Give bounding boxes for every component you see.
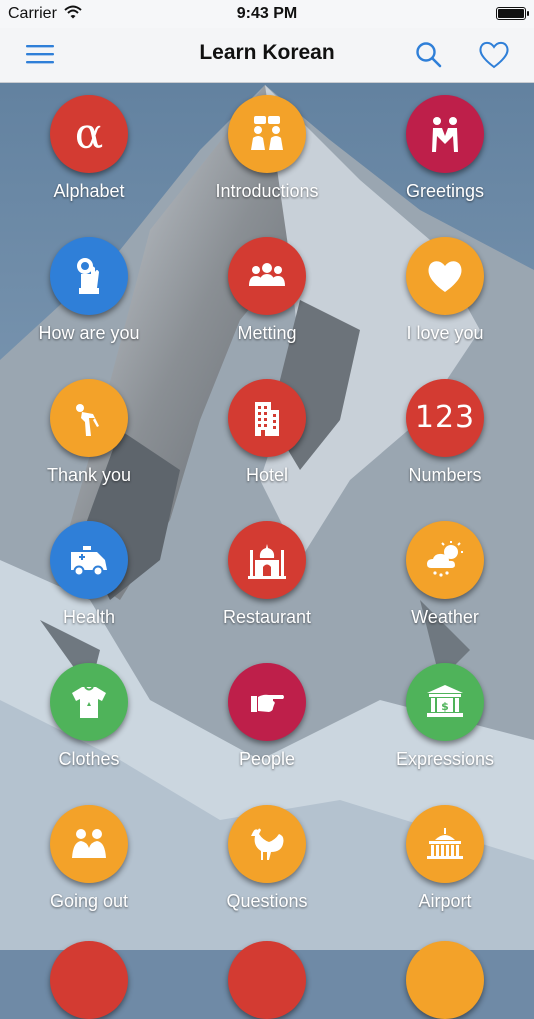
category-expressions[interactable]: $ Expressions xyxy=(356,651,534,793)
category-greetings[interactable]: Greetings xyxy=(356,83,534,225)
i-love-you-icon-circle xyxy=(406,237,484,315)
category-alphabet[interactable]: α Alphabet xyxy=(0,83,178,225)
taj-mahal-icon xyxy=(248,544,286,579)
metting-icon-circle xyxy=(228,237,306,315)
airport-icon-circle xyxy=(406,805,484,883)
next-row-circle-center[interactable] xyxy=(228,941,306,1019)
category-label: Greetings xyxy=(405,181,485,201)
restaurant-icon-circle xyxy=(228,521,306,599)
bank-icon: $ xyxy=(427,685,463,717)
category-thank-you[interactable]: Thank you xyxy=(0,367,178,509)
friends-icon xyxy=(72,829,106,858)
category-numbers[interactable]: 123 Numbers xyxy=(356,367,534,509)
category-label: Metting xyxy=(237,323,297,343)
category-people[interactable]: People xyxy=(178,651,356,793)
page-title: Learn Korean xyxy=(199,41,335,64)
category-label: Expressions xyxy=(395,749,495,769)
thank-you-icon-circle xyxy=(50,379,128,457)
clock-label: 9:43 PM xyxy=(236,5,298,22)
numbers-icon: 123 xyxy=(414,400,476,435)
questions-icon-circle xyxy=(228,805,306,883)
greetings-icon-circle xyxy=(406,95,484,173)
category-questions[interactable]: Questions xyxy=(178,793,356,935)
category-label: Introductions xyxy=(215,181,319,201)
category-label: Airport xyxy=(418,891,472,911)
search-icon xyxy=(416,42,442,68)
weather-icon-circle xyxy=(406,521,484,599)
category-metting[interactable]: Metting xyxy=(178,225,356,367)
heart-icon xyxy=(428,261,462,292)
category-health[interactable]: Health xyxy=(0,509,178,651)
category-label: How are you xyxy=(38,323,140,343)
navigation-bar: Learn Korean xyxy=(0,28,534,83)
category-label: Restaurant xyxy=(222,607,312,627)
category-label: Thank you xyxy=(46,465,132,485)
clothes-icon-circle xyxy=(50,663,128,741)
people-talking-icon xyxy=(251,116,283,150)
alpha-icon: α xyxy=(74,109,104,158)
category-introductions[interactable]: Introductions xyxy=(178,83,356,225)
alphabet-icon-circle: α xyxy=(50,95,128,173)
category-restaurant[interactable]: Restaurant xyxy=(178,509,356,651)
next-row-circle-right[interactable] xyxy=(406,941,484,1019)
category-label: Alphabet xyxy=(53,181,125,201)
couple-icon xyxy=(432,117,458,152)
health-icon-circle xyxy=(50,521,128,599)
category-label: Hotel xyxy=(245,465,289,485)
category-label: Questions xyxy=(226,891,308,911)
next-row-circle-left[interactable] xyxy=(50,941,128,1019)
category-how-are-you[interactable]: How are you xyxy=(0,225,178,367)
category-label: I love you xyxy=(406,323,484,343)
airport-icon xyxy=(427,828,463,859)
expressions-icon-circle: $ xyxy=(406,663,484,741)
category-label: Numbers xyxy=(408,465,482,485)
svg-text:$: $ xyxy=(441,700,449,713)
category-label: People xyxy=(238,749,296,769)
category-grid: α Alphabet Introductions Greetings How a… xyxy=(0,83,534,1019)
pointing-hand-icon xyxy=(251,694,284,712)
numbers-icon-circle: 123 xyxy=(406,379,484,457)
building-icon xyxy=(255,402,279,436)
heart-outline-icon xyxy=(479,41,509,69)
ok-hand-icon xyxy=(77,258,99,294)
category-label: Weather xyxy=(411,607,479,627)
how-are-you-icon-circle xyxy=(50,237,128,315)
bow-icon xyxy=(76,404,99,436)
category-label: Clothes xyxy=(58,749,120,769)
going-out-icon-circle xyxy=(50,805,128,883)
status-bar: Carrier 9:43 PM xyxy=(0,0,534,28)
favorites-button[interactable] xyxy=(477,38,511,72)
category-going-out[interactable]: Going out xyxy=(0,793,178,935)
search-button[interactable] xyxy=(412,38,446,72)
category-label: Health xyxy=(62,607,116,627)
group-icon xyxy=(249,263,285,286)
ambulance-icon xyxy=(71,546,107,577)
category-i-love-you[interactable]: I love you xyxy=(356,225,534,367)
hotel-icon-circle xyxy=(228,379,306,457)
category-airport[interactable]: Airport xyxy=(356,793,534,935)
rooster-icon xyxy=(251,828,284,860)
category-clothes[interactable]: Clothes xyxy=(0,651,178,793)
category-weather[interactable]: Weather xyxy=(356,509,534,651)
tshirt-icon xyxy=(72,686,106,718)
introductions-icon-circle xyxy=(228,95,306,173)
people-icon-circle xyxy=(228,663,306,741)
category-hotel[interactable]: Hotel xyxy=(178,367,356,509)
category-label: Going out xyxy=(49,891,129,911)
battery-icon xyxy=(496,7,529,20)
sun-cloud-icon xyxy=(427,541,463,577)
